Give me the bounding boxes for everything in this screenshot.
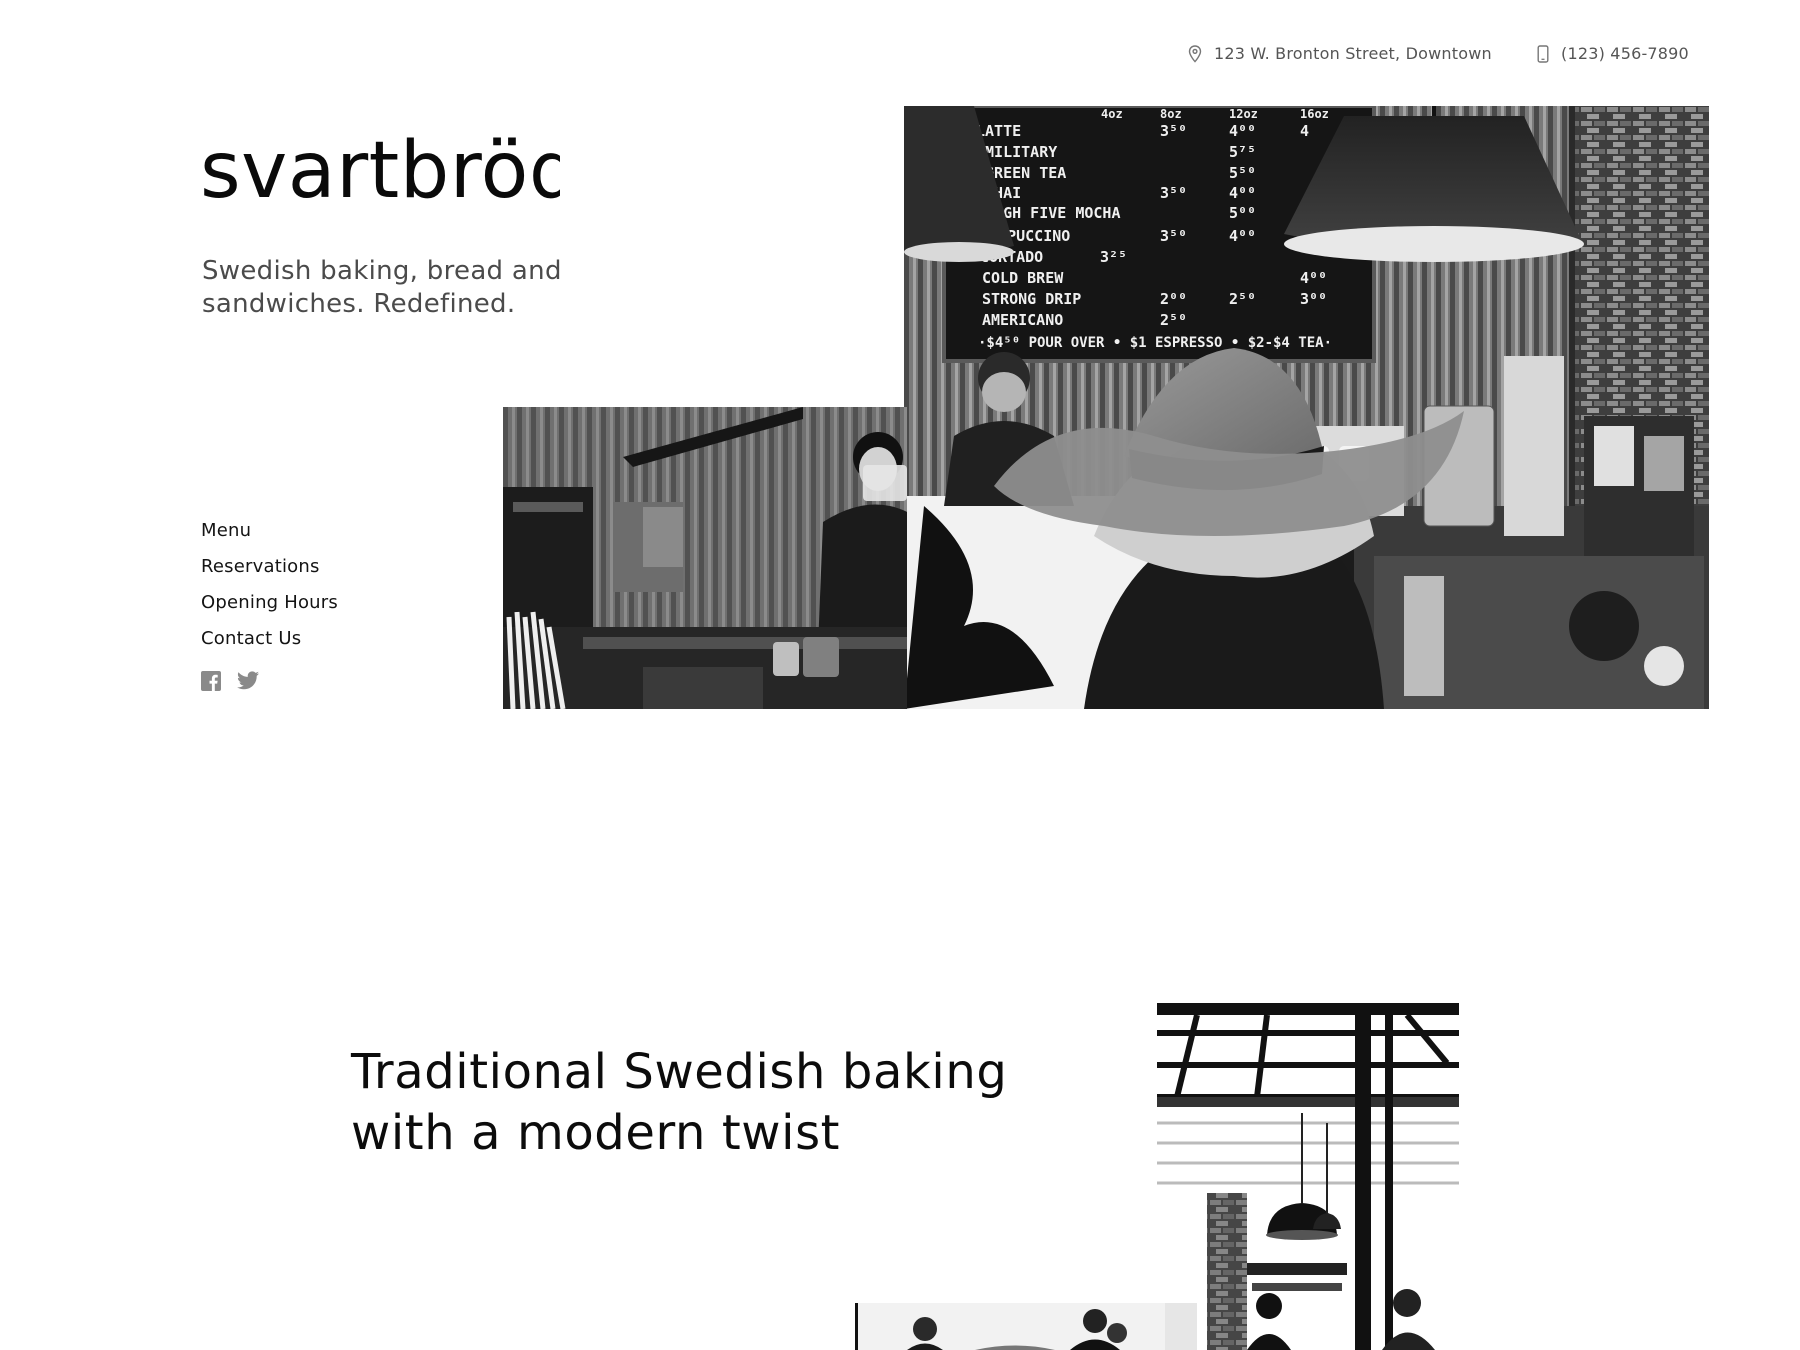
address-text[interactable]: 123 W. Bronton Street, Downtown xyxy=(1214,44,1492,63)
site-logo[interactable]: svartbröd xyxy=(200,126,578,227)
menu-size-8oz: 8oz xyxy=(1160,107,1182,121)
menu-price: 2⁵⁰ xyxy=(1229,290,1256,308)
menu-price: 3⁵⁰ xyxy=(1160,227,1187,245)
hero-photo-menu-board: 4oz 8oz 12oz 16oz LATTE 3⁵⁰ 4⁰⁰ 4 →MILIT… xyxy=(904,106,1709,709)
twitter-icon[interactable] xyxy=(237,671,259,695)
logo-wordmark: svartbröd xyxy=(200,126,578,216)
map-pin-icon xyxy=(1188,44,1202,63)
menu-footer: ·$4⁵⁰ POUR OVER • $1 ESPRESSO • $2-$4 TE… xyxy=(978,335,1332,351)
menu-price: 4⁰⁰ xyxy=(1300,269,1327,287)
nav-item-menu[interactable]: Menu xyxy=(201,518,338,554)
market-hall-illustration xyxy=(1157,1003,1459,1350)
menu-price: 5⁷⁵ xyxy=(1229,143,1256,161)
address-info: 123 W. Bronton Street, Downtown xyxy=(1188,44,1492,63)
facebook-icon[interactable] xyxy=(201,671,221,695)
menu-size-4oz: 4oz xyxy=(1101,107,1123,121)
hero-photo-counter xyxy=(503,407,907,709)
main-nav: Menu Reservations Opening Hours Contact … xyxy=(201,518,338,662)
intro-photo-tables xyxy=(855,1303,1165,1350)
menu-item: COLD BREW xyxy=(982,269,1064,287)
menu-price: 5⁵⁰ xyxy=(1229,164,1256,182)
mobile-phone-icon xyxy=(1537,44,1549,63)
menu-item: AMERICANO xyxy=(982,311,1063,329)
coffee-shop-illustration: 4oz 8oz 12oz 16oz LATTE 3⁵⁰ 4⁰⁰ 4 →MILIT… xyxy=(904,106,1709,709)
barista-counter-illustration xyxy=(503,407,907,709)
diners-illustration xyxy=(855,1303,1165,1350)
menu-price: 3⁰⁰ xyxy=(1300,290,1327,308)
intro-photo-hall xyxy=(1157,1003,1459,1350)
menu-size-16oz: 16oz xyxy=(1300,107,1329,121)
menu-price: 4 xyxy=(1300,122,1309,140)
menu-price: 2⁰⁰ xyxy=(1160,290,1187,308)
menu-size-12oz: 12oz xyxy=(1229,107,1258,121)
phone-info: (123) 456-7890 xyxy=(1537,44,1689,63)
page: 123 W. Bronton Street, Downtown (123) 45… xyxy=(0,0,1800,1350)
menu-price: 3⁵⁰ xyxy=(1160,122,1187,140)
menu-price: 5⁰⁰ xyxy=(1229,204,1256,222)
menu-item: STRONG DRIP xyxy=(982,290,1081,308)
menu-price: 2⁵⁰ xyxy=(1160,311,1187,329)
nav-item-contact-us[interactable]: Contact Us xyxy=(201,626,338,662)
brand-tagline: Swedish baking, bread and sandwiches. Re… xyxy=(202,256,562,319)
nav-item-reservations[interactable]: Reservations xyxy=(201,554,338,590)
menu-price: 3⁵⁰ xyxy=(1160,184,1187,202)
menu-price: 4⁰⁰ xyxy=(1229,122,1256,140)
social-links xyxy=(201,671,259,695)
menu-price: 4⁰⁰ xyxy=(1229,227,1256,245)
intro-heading: Traditional Swedish baking with a modern… xyxy=(351,1044,1008,1161)
menu-price: 3²⁵ xyxy=(1100,248,1127,266)
phone-text[interactable]: (123) 456-7890 xyxy=(1561,44,1689,63)
logo-wordmark-text: svartbröd xyxy=(200,134,560,214)
menu-price: 4⁰⁰ xyxy=(1229,184,1256,202)
nav-item-opening-hours[interactable]: Opening Hours xyxy=(201,590,338,626)
